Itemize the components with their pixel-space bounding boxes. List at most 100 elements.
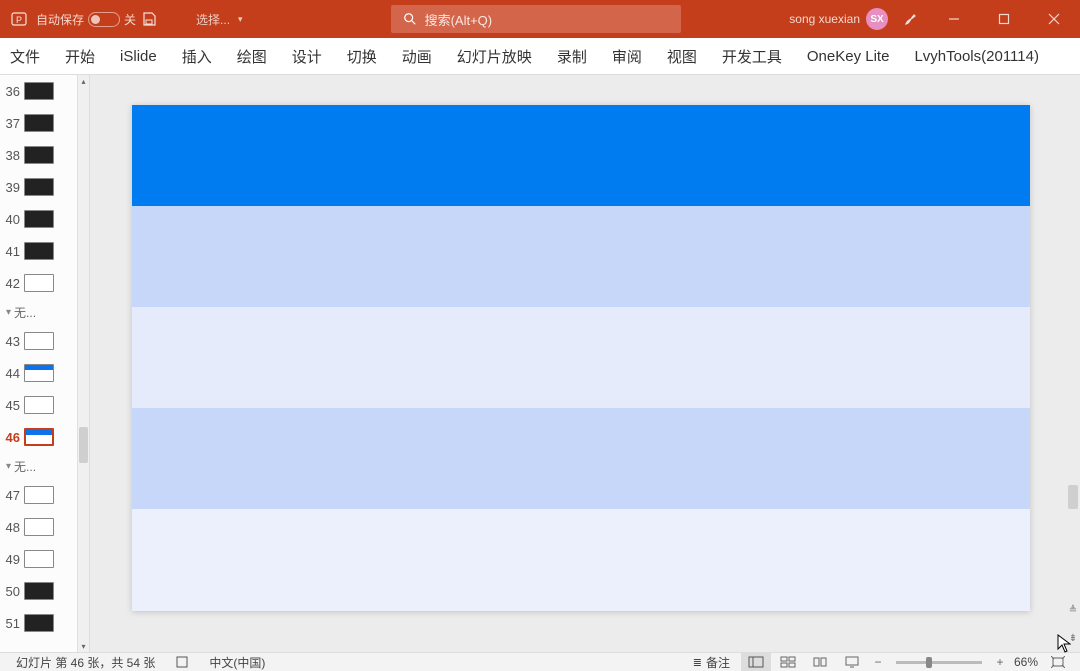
tab-lvyhtools[interactable]: LvyhTools(201114): [912, 42, 1041, 71]
notes-button[interactable]: ≣ 备注: [683, 654, 740, 671]
thumbnail-slide-36[interactable]: 36: [0, 75, 77, 107]
slide-stripe-5: [132, 509, 1030, 611]
account-button[interactable]: song xuexian SX: [789, 8, 888, 30]
thumbnail-image: [24, 210, 54, 228]
zoom-out-button[interactable]: −: [869, 653, 887, 671]
section-header[interactable]: 无...: [0, 299, 77, 325]
autosave-state: 关: [124, 11, 136, 28]
tab-review[interactable]: 审阅: [610, 40, 644, 73]
thumbnails-scrollbar[interactable]: ▴ ▾: [77, 75, 89, 652]
section-header[interactable]: 无...: [0, 453, 77, 479]
tab-home[interactable]: 开始: [63, 40, 97, 73]
fit-to-window-button[interactable]: [1043, 653, 1073, 671]
thumbnail-number: 45: [2, 398, 20, 413]
thumbnail-number: 49: [2, 552, 20, 567]
slide-canvas-area[interactable]: ≜ ⇟: [90, 75, 1080, 652]
thumbnail-slide-51[interactable]: 51: [0, 607, 77, 639]
slide-stripe-1: [132, 105, 1030, 206]
tab-transitions[interactable]: 切换: [345, 40, 379, 73]
thumbnail-image: [24, 364, 54, 382]
slide-stripe-3: [132, 307, 1030, 408]
scroll-thumb[interactable]: [79, 427, 88, 463]
thumbnail-image: [24, 396, 54, 414]
save-button[interactable]: [139, 9, 159, 29]
prev-slide-icon[interactable]: ≜: [1069, 605, 1077, 616]
thumbnail-number: 46: [2, 430, 20, 445]
normal-view-button[interactable]: [741, 653, 771, 671]
tab-design[interactable]: 设计: [290, 40, 324, 73]
thumbnail-slide-39[interactable]: 39: [0, 171, 77, 203]
canvas-scrollbar[interactable]: [1066, 75, 1080, 630]
tab-record[interactable]: 录制: [555, 40, 589, 73]
tab-developer[interactable]: 开发工具: [720, 40, 784, 73]
minimize-button[interactable]: [934, 5, 974, 33]
slide-counter[interactable]: 幻灯片 第 46 张，共 54 张: [6, 654, 165, 671]
thumbnail-image: [24, 428, 54, 446]
slide-stripe-2: [132, 206, 1030, 307]
thumbnail-image: [24, 518, 54, 536]
tab-slideshow[interactable]: 幻灯片放映: [455, 40, 534, 73]
thumbnail-slide-48[interactable]: 48: [0, 511, 77, 543]
sorter-view-button[interactable]: [773, 653, 803, 671]
thumbnail-number: 51: [2, 616, 20, 631]
maximize-button[interactable]: [984, 5, 1024, 33]
search-input[interactable]: 搜索(Alt+Q): [391, 5, 681, 33]
switch-icon: [88, 12, 120, 27]
thumbnail-number: 43: [2, 334, 20, 349]
thumbnail-slide-45[interactable]: 45: [0, 389, 77, 421]
next-slide-icon[interactable]: ⇟: [1069, 633, 1077, 644]
search-placeholder: 搜索(Alt+Q): [425, 10, 493, 29]
zoom-level[interactable]: 66%: [1010, 655, 1042, 669]
language-button[interactable]: 中文(中国): [199, 654, 275, 671]
thumbnail-number: 47: [2, 488, 20, 503]
thumbnail-slide-37[interactable]: 37: [0, 107, 77, 139]
zoom-in-button[interactable]: +: [991, 653, 1009, 671]
search-icon: [403, 12, 417, 26]
thumbnail-number: 38: [2, 148, 20, 163]
canvas-scroll-thumb[interactable]: [1068, 485, 1078, 509]
select-label: 选择...: [196, 11, 230, 28]
accessibility-icon[interactable]: [165, 655, 199, 669]
thumbnail-image: [24, 114, 54, 132]
thumbnail-slide-42[interactable]: 42: [0, 267, 77, 299]
thumbnail-slide-38[interactable]: 38: [0, 139, 77, 171]
slide-stripe-4: [132, 408, 1030, 509]
tab-islide[interactable]: iSlide: [118, 42, 159, 71]
avatar: SX: [866, 8, 888, 30]
tab-draw[interactable]: 绘图: [235, 40, 269, 73]
tab-onekey[interactable]: OneKey Lite: [805, 42, 892, 71]
tab-animations[interactable]: 动画: [400, 40, 434, 73]
thumbnail-number: 37: [2, 116, 20, 131]
zoom-slider[interactable]: [896, 661, 982, 664]
thumbnail-slide-50[interactable]: 50: [0, 575, 77, 607]
thumbnail-number: 42: [2, 276, 20, 291]
app-icon: P: [9, 9, 29, 29]
thumbnail-number: 41: [2, 244, 20, 259]
thumbnail-number: 39: [2, 180, 20, 195]
thumbnail-slide-49[interactable]: 49: [0, 543, 77, 575]
current-slide[interactable]: [132, 105, 1030, 611]
slide-thumbnails-pane: 36 37 38 39 40 41 42 无... 43 44 45 46 无... 47 48 49 50 51…: [0, 75, 90, 652]
thumbnail-slide-43[interactable]: 43: [0, 325, 77, 357]
scroll-down-icon[interactable]: ▾: [78, 640, 89, 652]
tab-view[interactable]: 视图: [665, 40, 699, 73]
thumbnail-slide-40[interactable]: 40: [0, 203, 77, 235]
thumbnail-slide-47[interactable]: 47: [0, 479, 77, 511]
notes-label: 备注: [706, 654, 730, 671]
brush-icon[interactable]: [901, 9, 921, 29]
scroll-up-icon[interactable]: ▴: [78, 75, 89, 87]
thumbnail-slide-46[interactable]: 46: [0, 421, 77, 453]
thumbnail-image: [24, 242, 54, 260]
workspace: 36 37 38 39 40 41 42 无... 43 44 45 46 无... 47 48 49 50 51…: [0, 75, 1080, 652]
tab-insert[interactable]: 插入: [180, 40, 214, 73]
thumbnail-image: [24, 178, 54, 196]
autosave-toggle[interactable]: 自动保存 关: [36, 11, 136, 28]
quick-select[interactable]: 选择... ▾: [196, 11, 243, 28]
thumbnail-slide-44[interactable]: 44: [0, 357, 77, 389]
slideshow-view-button[interactable]: [837, 653, 867, 671]
thumbnail-slide-41[interactable]: 41: [0, 235, 77, 267]
reading-view-button[interactable]: [805, 653, 835, 671]
thumbnail-image: [24, 82, 54, 100]
tab-file[interactable]: 文件: [8, 40, 42, 73]
close-button[interactable]: [1034, 5, 1074, 33]
